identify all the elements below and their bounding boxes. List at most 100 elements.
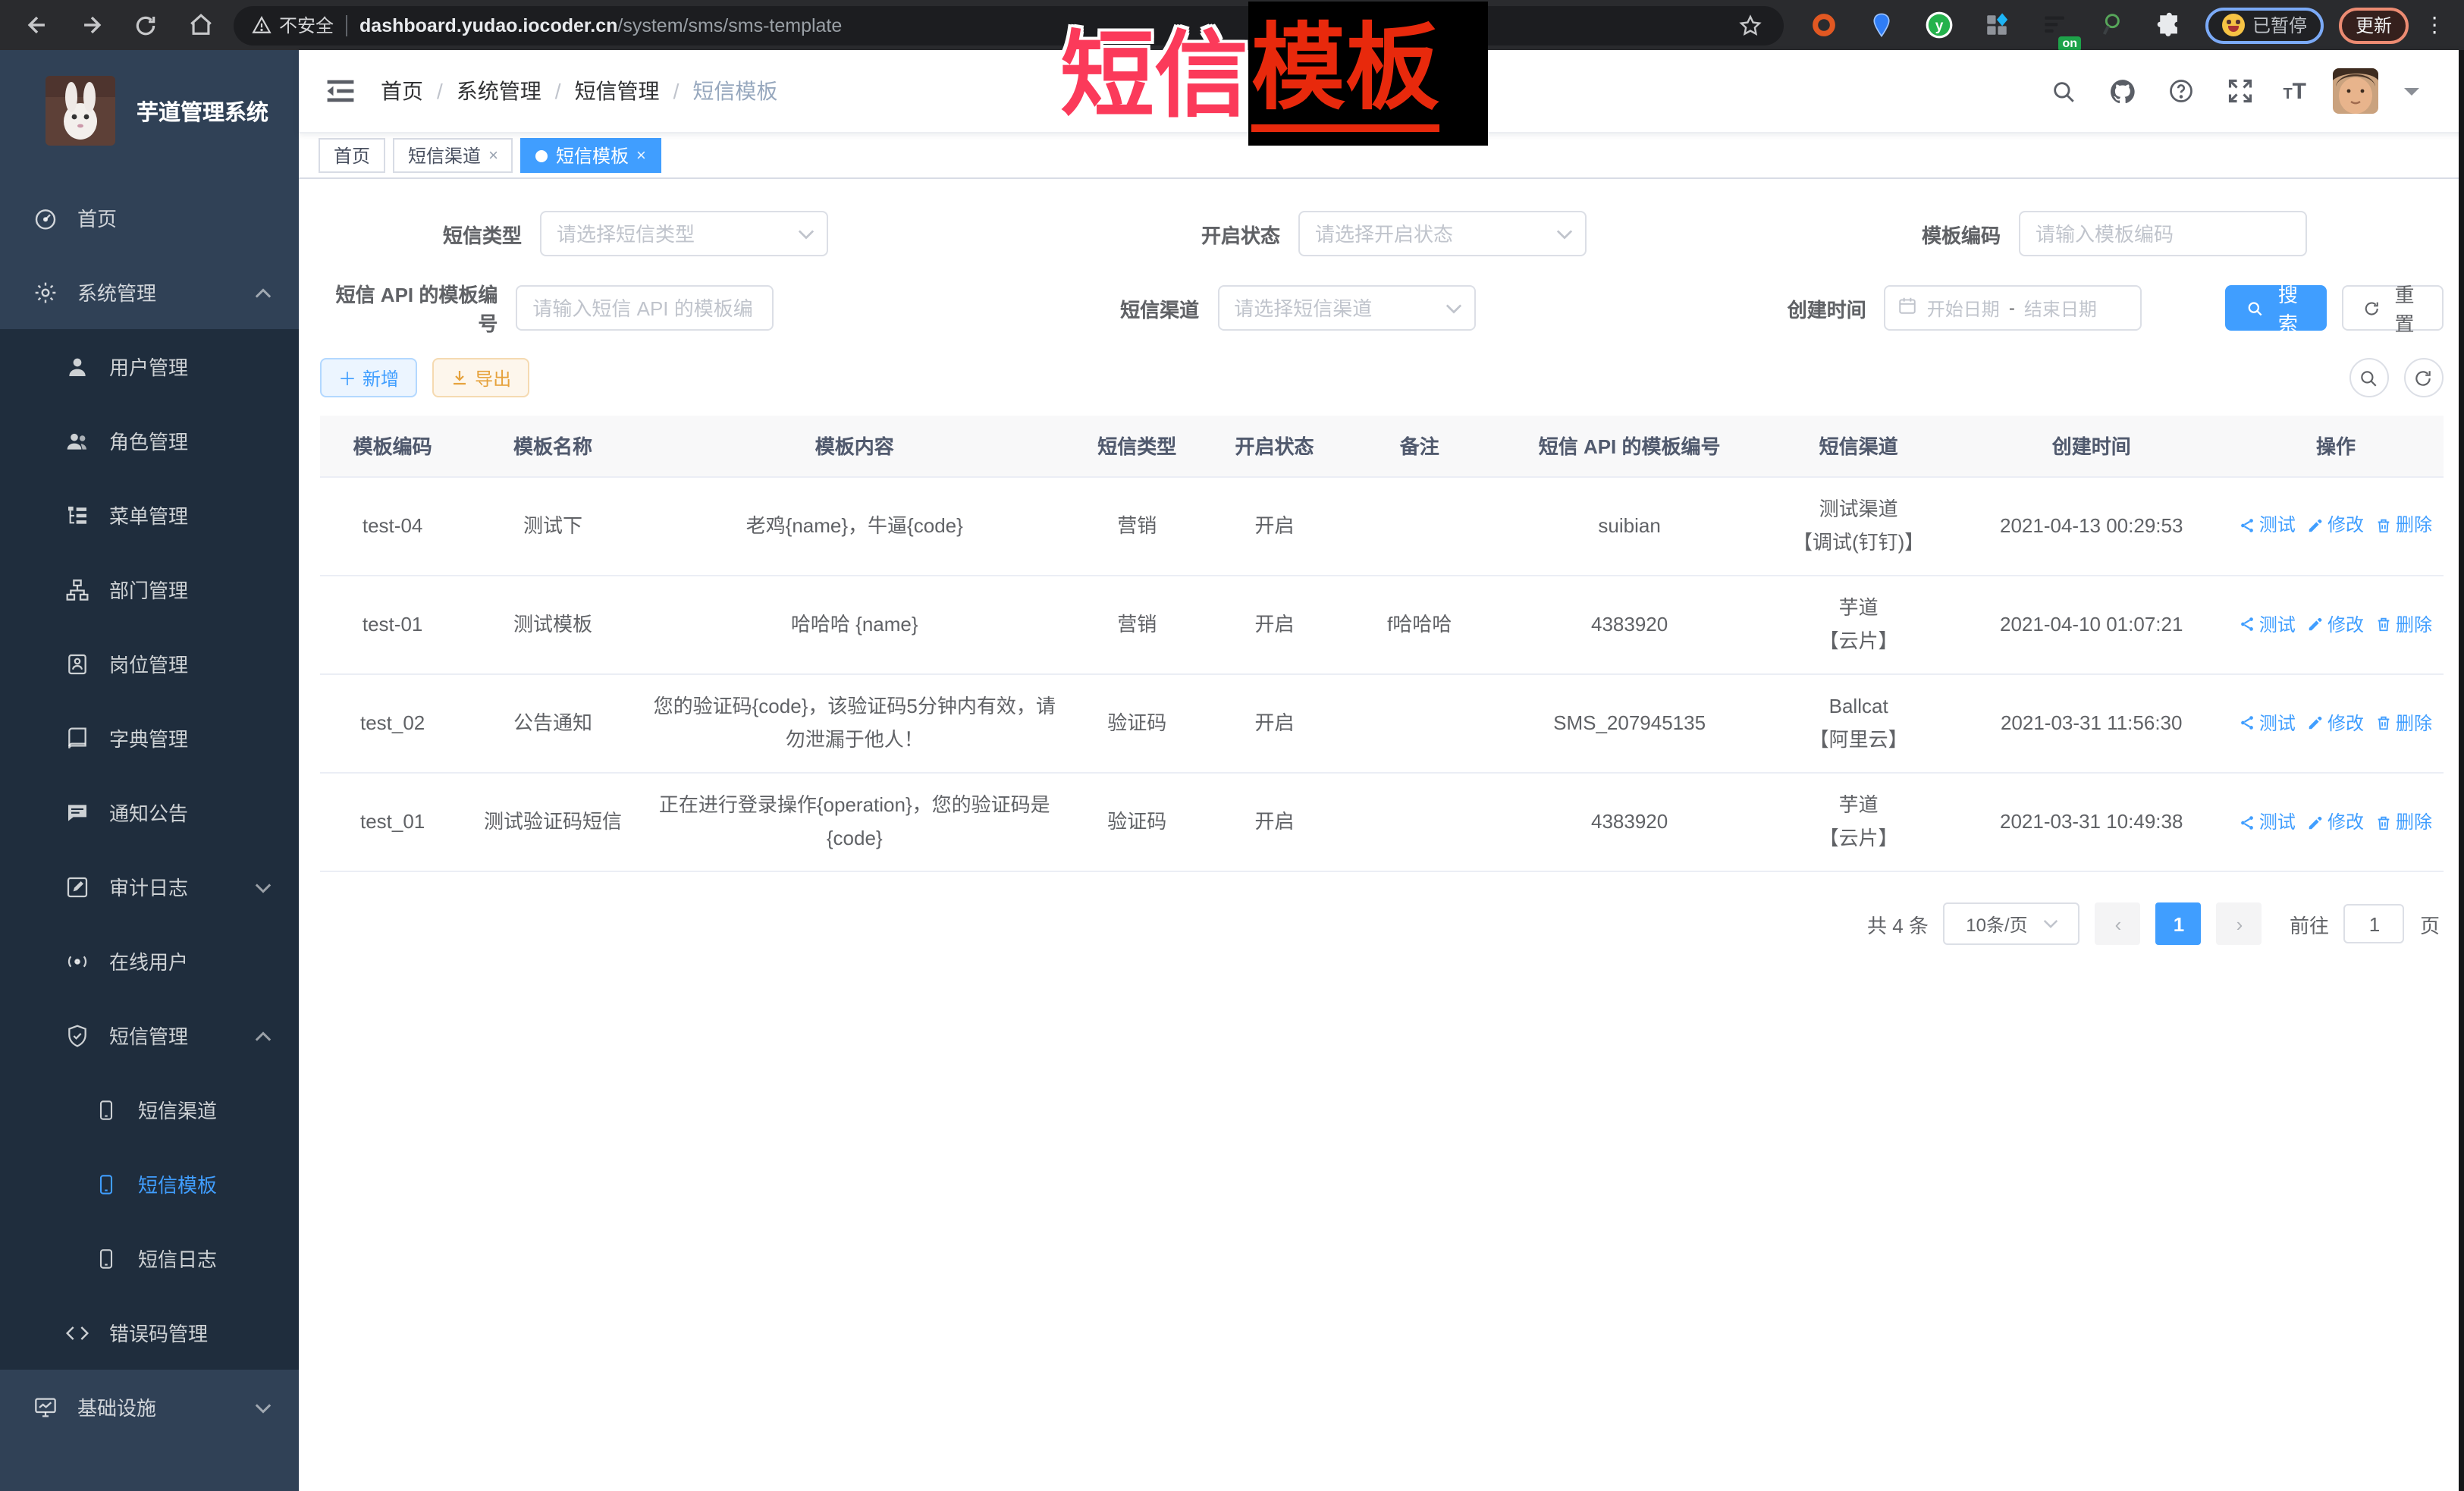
search-icon [2359, 368, 2378, 388]
extension-grid-icon[interactable] [1975, 4, 2017, 46]
test-link[interactable]: 测试 [2240, 807, 2296, 838]
forward-icon[interactable] [70, 4, 112, 46]
extension-loupe-icon[interactable] [2090, 4, 2133, 46]
sidebar-item-sms[interactable]: 短信管理 [0, 998, 299, 1072]
share-icon [2240, 517, 2256, 534]
bookmark-star-icon[interactable] [1735, 10, 1766, 40]
address-bar[interactable]: 不安全 dashboard.yudao.iocoder.cn/system/sm… [234, 5, 1784, 45]
browser-menu-icon[interactable]: ⋮ [2424, 12, 2445, 38]
window-scrollbar[interactable] [2458, 50, 2464, 1491]
test-link[interactable]: 测试 [2240, 510, 2296, 541]
edit-link[interactable]: 修改 [2308, 807, 2364, 838]
sidebar-item-sms-template[interactable]: 短信模板 [0, 1147, 299, 1221]
search-icon[interactable] [2046, 74, 2079, 108]
sidebar-item-roles[interactable]: 角色管理 [0, 403, 299, 478]
sidebar-item-departments[interactable]: 部门管理 [0, 552, 299, 626]
test-link[interactable]: 测试 [2240, 708, 2296, 739]
refresh-table-button[interactable] [2403, 358, 2443, 397]
on-badge: on [2058, 36, 2081, 51]
start-date-placeholder[interactable]: 开始日期 [1927, 295, 2000, 321]
edit-link[interactable]: 修改 [2308, 609, 2364, 640]
channel-select[interactable] [1217, 285, 1475, 331]
update-button[interactable]: 更新 [2339, 7, 2409, 43]
delete-link[interactable]: 删除 [2376, 708, 2432, 739]
home-icon[interactable] [179, 4, 221, 46]
reset-button[interactable]: 重置 [2341, 285, 2443, 331]
url-path: /system/sms/sms-template [617, 14, 842, 36]
chevron-down-icon [255, 1395, 272, 1418]
share-icon [2240, 814, 2256, 830]
prev-page-button[interactable]: ‹ [2095, 903, 2141, 946]
toggle-search-button[interactable] [2349, 358, 2388, 397]
caret-down-icon[interactable] [2403, 88, 2418, 103]
chevron-down-icon [1556, 220, 1573, 247]
sidebar-item-error-codes[interactable]: 错误码管理 [0, 1295, 299, 1370]
tab-sms-template[interactable]: 短信模板 × [521, 138, 661, 173]
test-link[interactable]: 测试 [2240, 609, 2296, 640]
back-icon[interactable] [15, 4, 58, 46]
page-size-select[interactable]: 10条/页 [1944, 903, 2080, 946]
export-button[interactable]: 导出 [432, 358, 529, 397]
sms-type-select[interactable] [540, 211, 828, 256]
sidebar-item-audit-log[interactable]: 审计日志 [0, 849, 299, 924]
table-row: test_01 测试验证码短信 正在进行登录操作{operation}，您的验证… [320, 773, 2443, 871]
app-logo-row[interactable]: 芋道管理系统 [0, 50, 299, 171]
font-size-icon[interactable]: TT [2283, 78, 2306, 104]
close-icon[interactable]: × [488, 146, 498, 165]
sidebar-item-menus[interactable]: 菜单管理 [0, 478, 299, 552]
breadcrumb-sms[interactable]: 短信管理 [575, 76, 660, 106]
edit-link[interactable]: 修改 [2308, 510, 2364, 541]
sidebar-item-posts[interactable]: 岗位管理 [0, 626, 299, 701]
sidebar-item-system[interactable]: 系统管理 [0, 255, 299, 329]
extension-y-icon[interactable]: y [1917, 4, 1960, 46]
avatar[interactable] [2332, 68, 2378, 114]
extension-tabs-on-icon[interactable]: on [2032, 4, 2075, 46]
reload-icon[interactable] [124, 4, 167, 46]
sidebar-item-infrastructure[interactable]: 基础设施 [0, 1370, 299, 1444]
delete-link[interactable]: 删除 [2376, 510, 2432, 541]
table-row: test-04 测试下 老鸡{name}，牛逼{code} 营销 开启 suib… [320, 476, 2443, 575]
tab-home[interactable]: 首页 [319, 138, 385, 173]
puzzle-extensions-icon[interactable] [2148, 4, 2190, 46]
end-date-placeholder[interactable]: 结束日期 [2024, 295, 2097, 321]
help-icon[interactable] [2164, 74, 2198, 108]
search-icon [2246, 298, 2264, 318]
template-code-input[interactable] [2019, 211, 2307, 256]
sidebar-item-sms-channel[interactable]: 短信渠道 [0, 1072, 299, 1147]
sidebar-item-sms-log[interactable]: 短信日志 [0, 1221, 299, 1295]
next-page-button[interactable]: › [2217, 903, 2262, 946]
extension-pin-icon[interactable] [1860, 4, 1902, 46]
sidebar-item-home[interactable]: 首页 [0, 180, 299, 255]
github-icon[interactable] [2105, 74, 2139, 108]
search-button[interactable]: 搜索 [2225, 285, 2327, 331]
tab-sms-channel[interactable]: 短信渠道 × [393, 138, 513, 173]
add-button[interactable]: ＋ 新增 [320, 358, 417, 397]
sidebar-item-dict[interactable]: 字典管理 [0, 701, 299, 775]
current-page-button[interactable]: 1 [2156, 903, 2202, 946]
api-template-input[interactable] [516, 285, 774, 331]
collapse-sidebar-icon[interactable] [323, 74, 356, 108]
breadcrumb-system[interactable]: 系统管理 [457, 76, 541, 106]
goto-page-input[interactable] [2344, 905, 2405, 944]
sidebar-item-notice[interactable]: 通知公告 [0, 775, 299, 849]
security-warning[interactable]: 不安全 [252, 12, 334, 38]
download-icon [450, 369, 469, 387]
delete-link[interactable]: 删除 [2376, 609, 2432, 640]
col-status: 开启状态 [1206, 416, 1343, 476]
sidebar-item-users[interactable]: 用户管理 [0, 329, 299, 403]
status-select[interactable] [1298, 211, 1587, 256]
delete-link[interactable]: 删除 [2376, 807, 2432, 838]
sidebar-item-online-users[interactable]: 在线用户 [0, 924, 299, 998]
breadcrumb: 首页 / 系统管理 / 短信管理 / 短信模板 [381, 76, 777, 106]
extension-orange-icon[interactable] [1802, 4, 1844, 46]
edit-link[interactable]: 修改 [2308, 708, 2364, 739]
close-icon[interactable]: × [636, 146, 646, 165]
phone-icon [94, 1246, 118, 1270]
trash-icon [2376, 617, 2393, 633]
profile-chip[interactable]: 已暂停 [2205, 7, 2324, 43]
users-icon [65, 428, 89, 453]
create-time-range-picker[interactable]: 开始日期 - 结束日期 [1885, 285, 2142, 331]
chevron-down-icon [2043, 920, 2058, 929]
fullscreen-icon[interactable] [2224, 74, 2257, 108]
breadcrumb-home[interactable]: 首页 [381, 76, 423, 106]
